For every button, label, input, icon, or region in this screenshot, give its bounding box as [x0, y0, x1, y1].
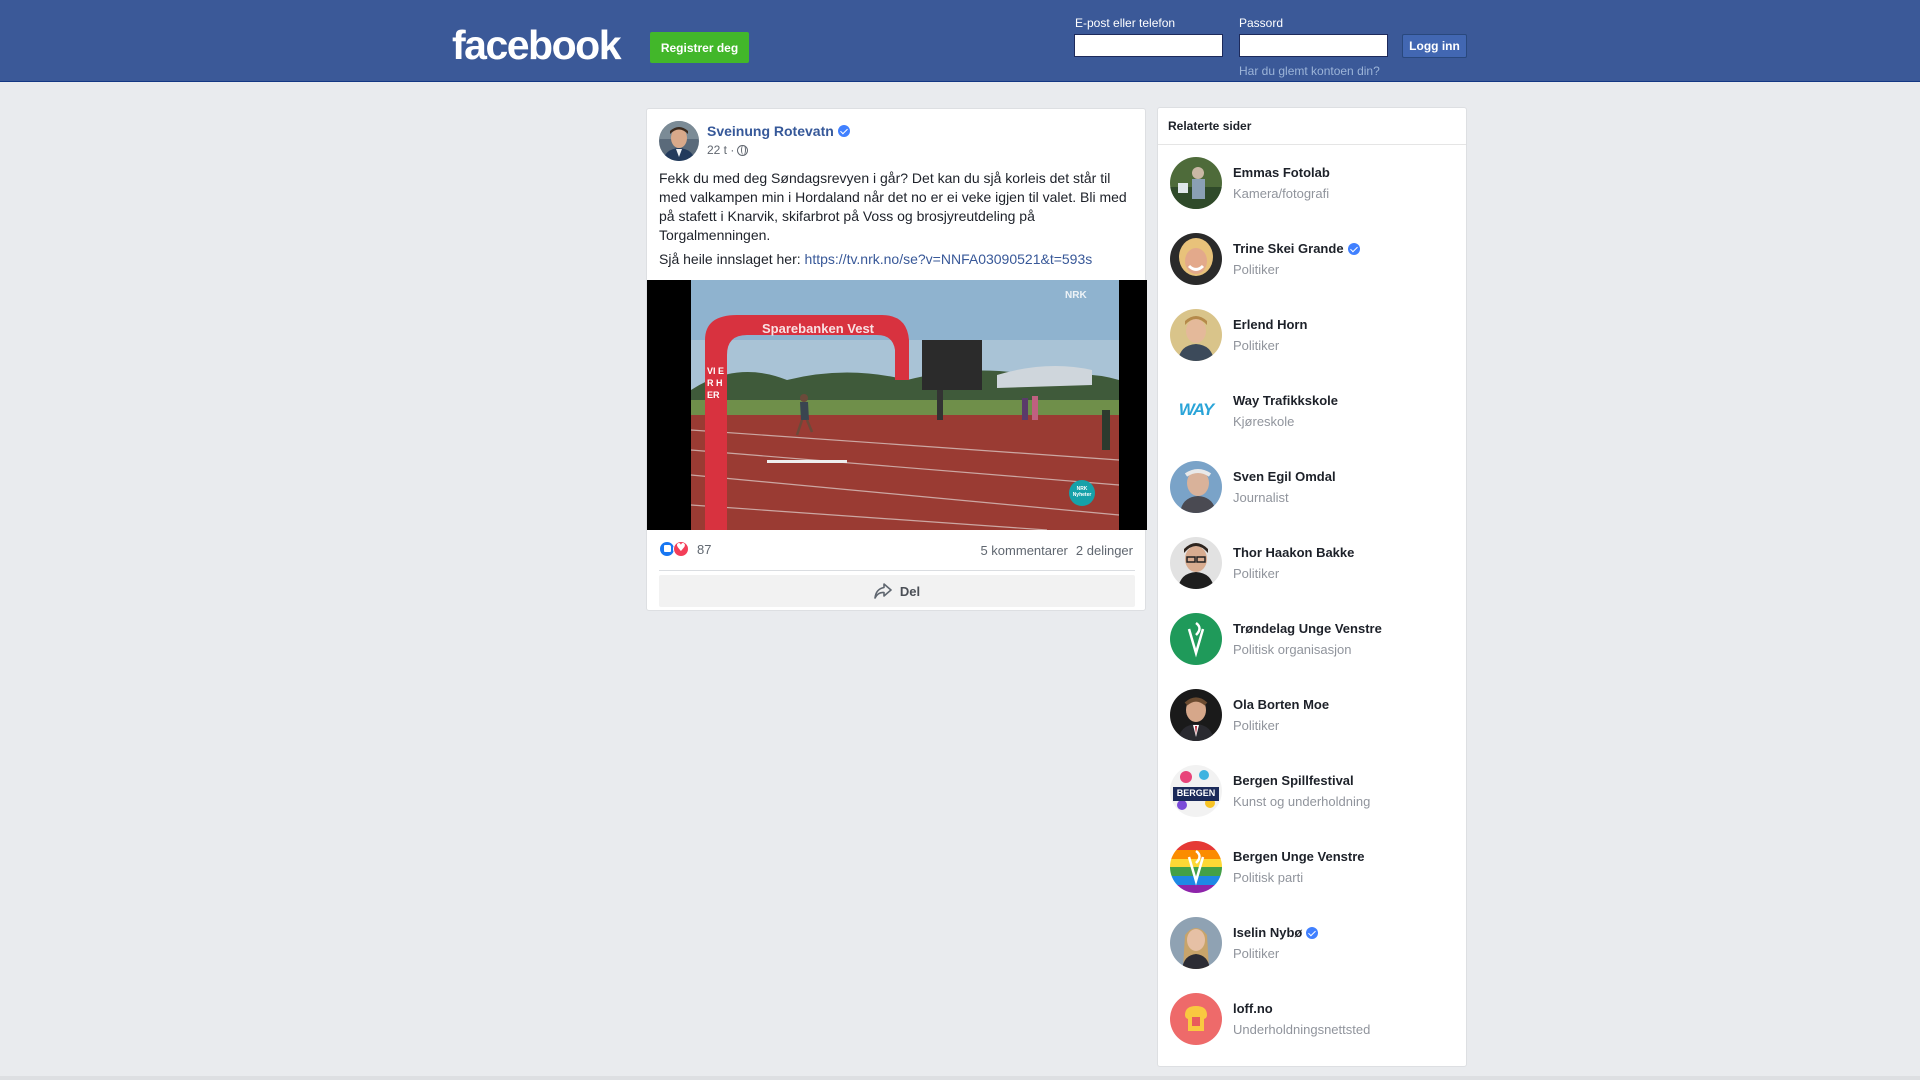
bergen-logo: BERGEN — [1176, 788, 1216, 798]
related-page-item[interactable]: Trøndelag Unge Venstre Politisk organisa… — [1170, 613, 1460, 669]
engagement-counts: 5 kommentarer 2 delinger — [980, 543, 1133, 558]
related-page-item[interactable]: loff.no Underholdningsnettsted — [1170, 993, 1460, 1049]
related-page-item[interactable]: Sven Egil Omdal Journalist — [1170, 461, 1460, 517]
related-page-item[interactable]: Erlend Horn Politiker — [1170, 309, 1460, 365]
post-author[interactable]: Sveinung Rotevatn — [707, 123, 850, 139]
page-category: Kjøreskole — [1233, 414, 1295, 429]
page-avatar[interactable]: BERGEN — [1170, 765, 1222, 817]
share-icon — [874, 583, 892, 599]
divider — [659, 570, 1135, 571]
page-avatar[interactable] — [1170, 917, 1222, 969]
author-avatar[interactable] — [659, 121, 699, 161]
page-category: Kamera/fotografi — [1233, 186, 1330, 201]
post-link[interactable]: https://tv.nrk.no/se?v=NNFA03090521&t=59… — [805, 251, 1093, 267]
video-banner-text: Sparebanken Vest — [762, 321, 874, 336]
page-name[interactable]: Way Trafikkskole — [1233, 393, 1338, 408]
password-label: Passord — [1239, 16, 1284, 30]
email-label: E-post eller telefon — [1075, 16, 1176, 30]
page-name[interactable]: Trine Skei Grande — [1233, 241, 1360, 256]
love-reaction-icon — [673, 541, 689, 557]
page-name[interactable]: Bergen Spillfestival — [1233, 773, 1354, 788]
page-avatar[interactable] — [1170, 461, 1222, 513]
page-name[interactable]: Emmas Fotolab — [1233, 165, 1330, 180]
related-page-item[interactable]: Trine Skei Grande Politiker — [1170, 233, 1460, 289]
top-navigation-bar: facebook Registrer deg E-post eller tele… — [0, 0, 1920, 82]
page-avatar[interactable] — [1170, 309, 1222, 361]
verified-badge-icon — [1347, 242, 1360, 255]
page-name[interactable]: loff.no — [1233, 1001, 1273, 1016]
verified-badge-icon — [1306, 926, 1319, 939]
related-page-item[interactable]: BERGEN Bergen Spillfestival Kunst og und… — [1170, 765, 1460, 821]
page-avatar[interactable] — [1170, 993, 1222, 1045]
post-link-line: Sjå heile innslaget her: https://tv.nrk.… — [659, 251, 1092, 267]
author-name[interactable]: Sveinung Rotevatn — [707, 123, 834, 139]
page-category: Politiker — [1233, 566, 1280, 581]
facebook-logo[interactable]: facebook — [452, 22, 622, 69]
related-page-item[interactable]: WAY Way Trafikkskole Kjøreskole — [1170, 385, 1460, 441]
related-page-item[interactable]: Thor Haakon Bakke Politiker — [1170, 537, 1460, 593]
page-category: Journalist — [1233, 490, 1289, 505]
page-category: Underholdningsnettsted — [1233, 1022, 1371, 1037]
page-name[interactable]: Iselin Nybø — [1233, 925, 1319, 940]
forgot-account-link[interactable]: Har du glemt kontoen din? — [1239, 64, 1380, 78]
register-button[interactable]: Registrer deg — [650, 32, 749, 63]
page-category: Politiker — [1233, 262, 1280, 277]
page-category: Politiker — [1233, 338, 1280, 353]
page-avatar[interactable] — [1170, 233, 1222, 285]
post-link-prefix: Sjå heile innslaget her: — [659, 251, 801, 267]
post-card: Sveinung Rotevatn 22 t · Fekk du med deg… — [646, 108, 1147, 611]
page-category: Kunst og underholdning — [1233, 794, 1371, 809]
share-label: Del — [899, 583, 921, 599]
related-pages-panel: Relaterte sider Emmas Fotolab Kamera/fot… — [1157, 107, 1467, 1067]
post-text: Fekk du med deg Søndagsrevyen i går? Det… — [659, 170, 1127, 243]
shares-count-link[interactable]: 2 delinger — [1076, 543, 1133, 558]
reactions-summary[interactable]: 87 — [659, 541, 711, 557]
video-arch-text: VI ER HER — [707, 366, 725, 400]
page-avatar[interactable]: WAY — [1170, 385, 1222, 437]
way-logo: WAY — [1178, 400, 1214, 419]
page-category: Politiker — [1233, 718, 1280, 733]
page-name[interactable]: Erlend Horn — [1233, 317, 1307, 332]
page-avatar[interactable] — [1170, 157, 1222, 209]
related-page-item[interactable]: Iselin Nybø Politiker — [1170, 917, 1460, 973]
reaction-count: 87 — [697, 541, 712, 557]
post-timestamp[interactable]: 22 t · — [707, 143, 734, 157]
page-name[interactable]: Bergen Unge Venstre — [1233, 849, 1365, 864]
comments-count-link[interactable]: 5 kommentarer — [980, 543, 1067, 558]
share-button[interactable]: Del — [659, 575, 1135, 607]
nrk-logo: NRK — [1065, 290, 1087, 301]
nrk-news-badge: NRK Nyheter — [1072, 486, 1092, 498]
page-avatar[interactable] — [1170, 689, 1222, 741]
page-name[interactable]: Sven Egil Omdal — [1233, 469, 1336, 484]
page-avatar[interactable] — [1170, 613, 1222, 665]
related-pages-title: Relaterte sider — [1158, 108, 1466, 145]
related-page-item[interactable]: Emmas Fotolab Kamera/fotografi — [1170, 157, 1460, 213]
related-page-item[interactable]: Ola Borten Moe Politiker — [1170, 689, 1460, 745]
globe-icon — [737, 144, 749, 156]
page-category: Politisk parti — [1233, 870, 1304, 885]
page-avatar[interactable] — [1170, 537, 1222, 589]
page-name[interactable]: Thor Haakon Bakke — [1233, 545, 1354, 560]
page-category: Politiker — [1233, 946, 1280, 961]
page-name[interactable]: Ola Borten Moe — [1233, 697, 1329, 712]
page-name[interactable]: Trøndelag Unge Venstre — [1233, 621, 1382, 636]
related-page-item[interactable]: Bergen Unge Venstre Politisk parti — [1170, 841, 1460, 897]
page-category: Politisk organisasjon — [1233, 642, 1352, 657]
login-button[interactable]: Logg inn — [1402, 34, 1467, 58]
password-input[interactable] — [1239, 34, 1388, 57]
footer-divider — [0, 1076, 1920, 1080]
email-input[interactable] — [1074, 34, 1223, 57]
post-meta: 22 t · — [707, 143, 749, 157]
page-avatar[interactable] — [1170, 841, 1222, 893]
verified-badge-icon — [837, 125, 850, 137]
video-player[interactable]: Sparebanken Vest VI ER HER NRK NRK Nyhet… — [647, 280, 1147, 530]
